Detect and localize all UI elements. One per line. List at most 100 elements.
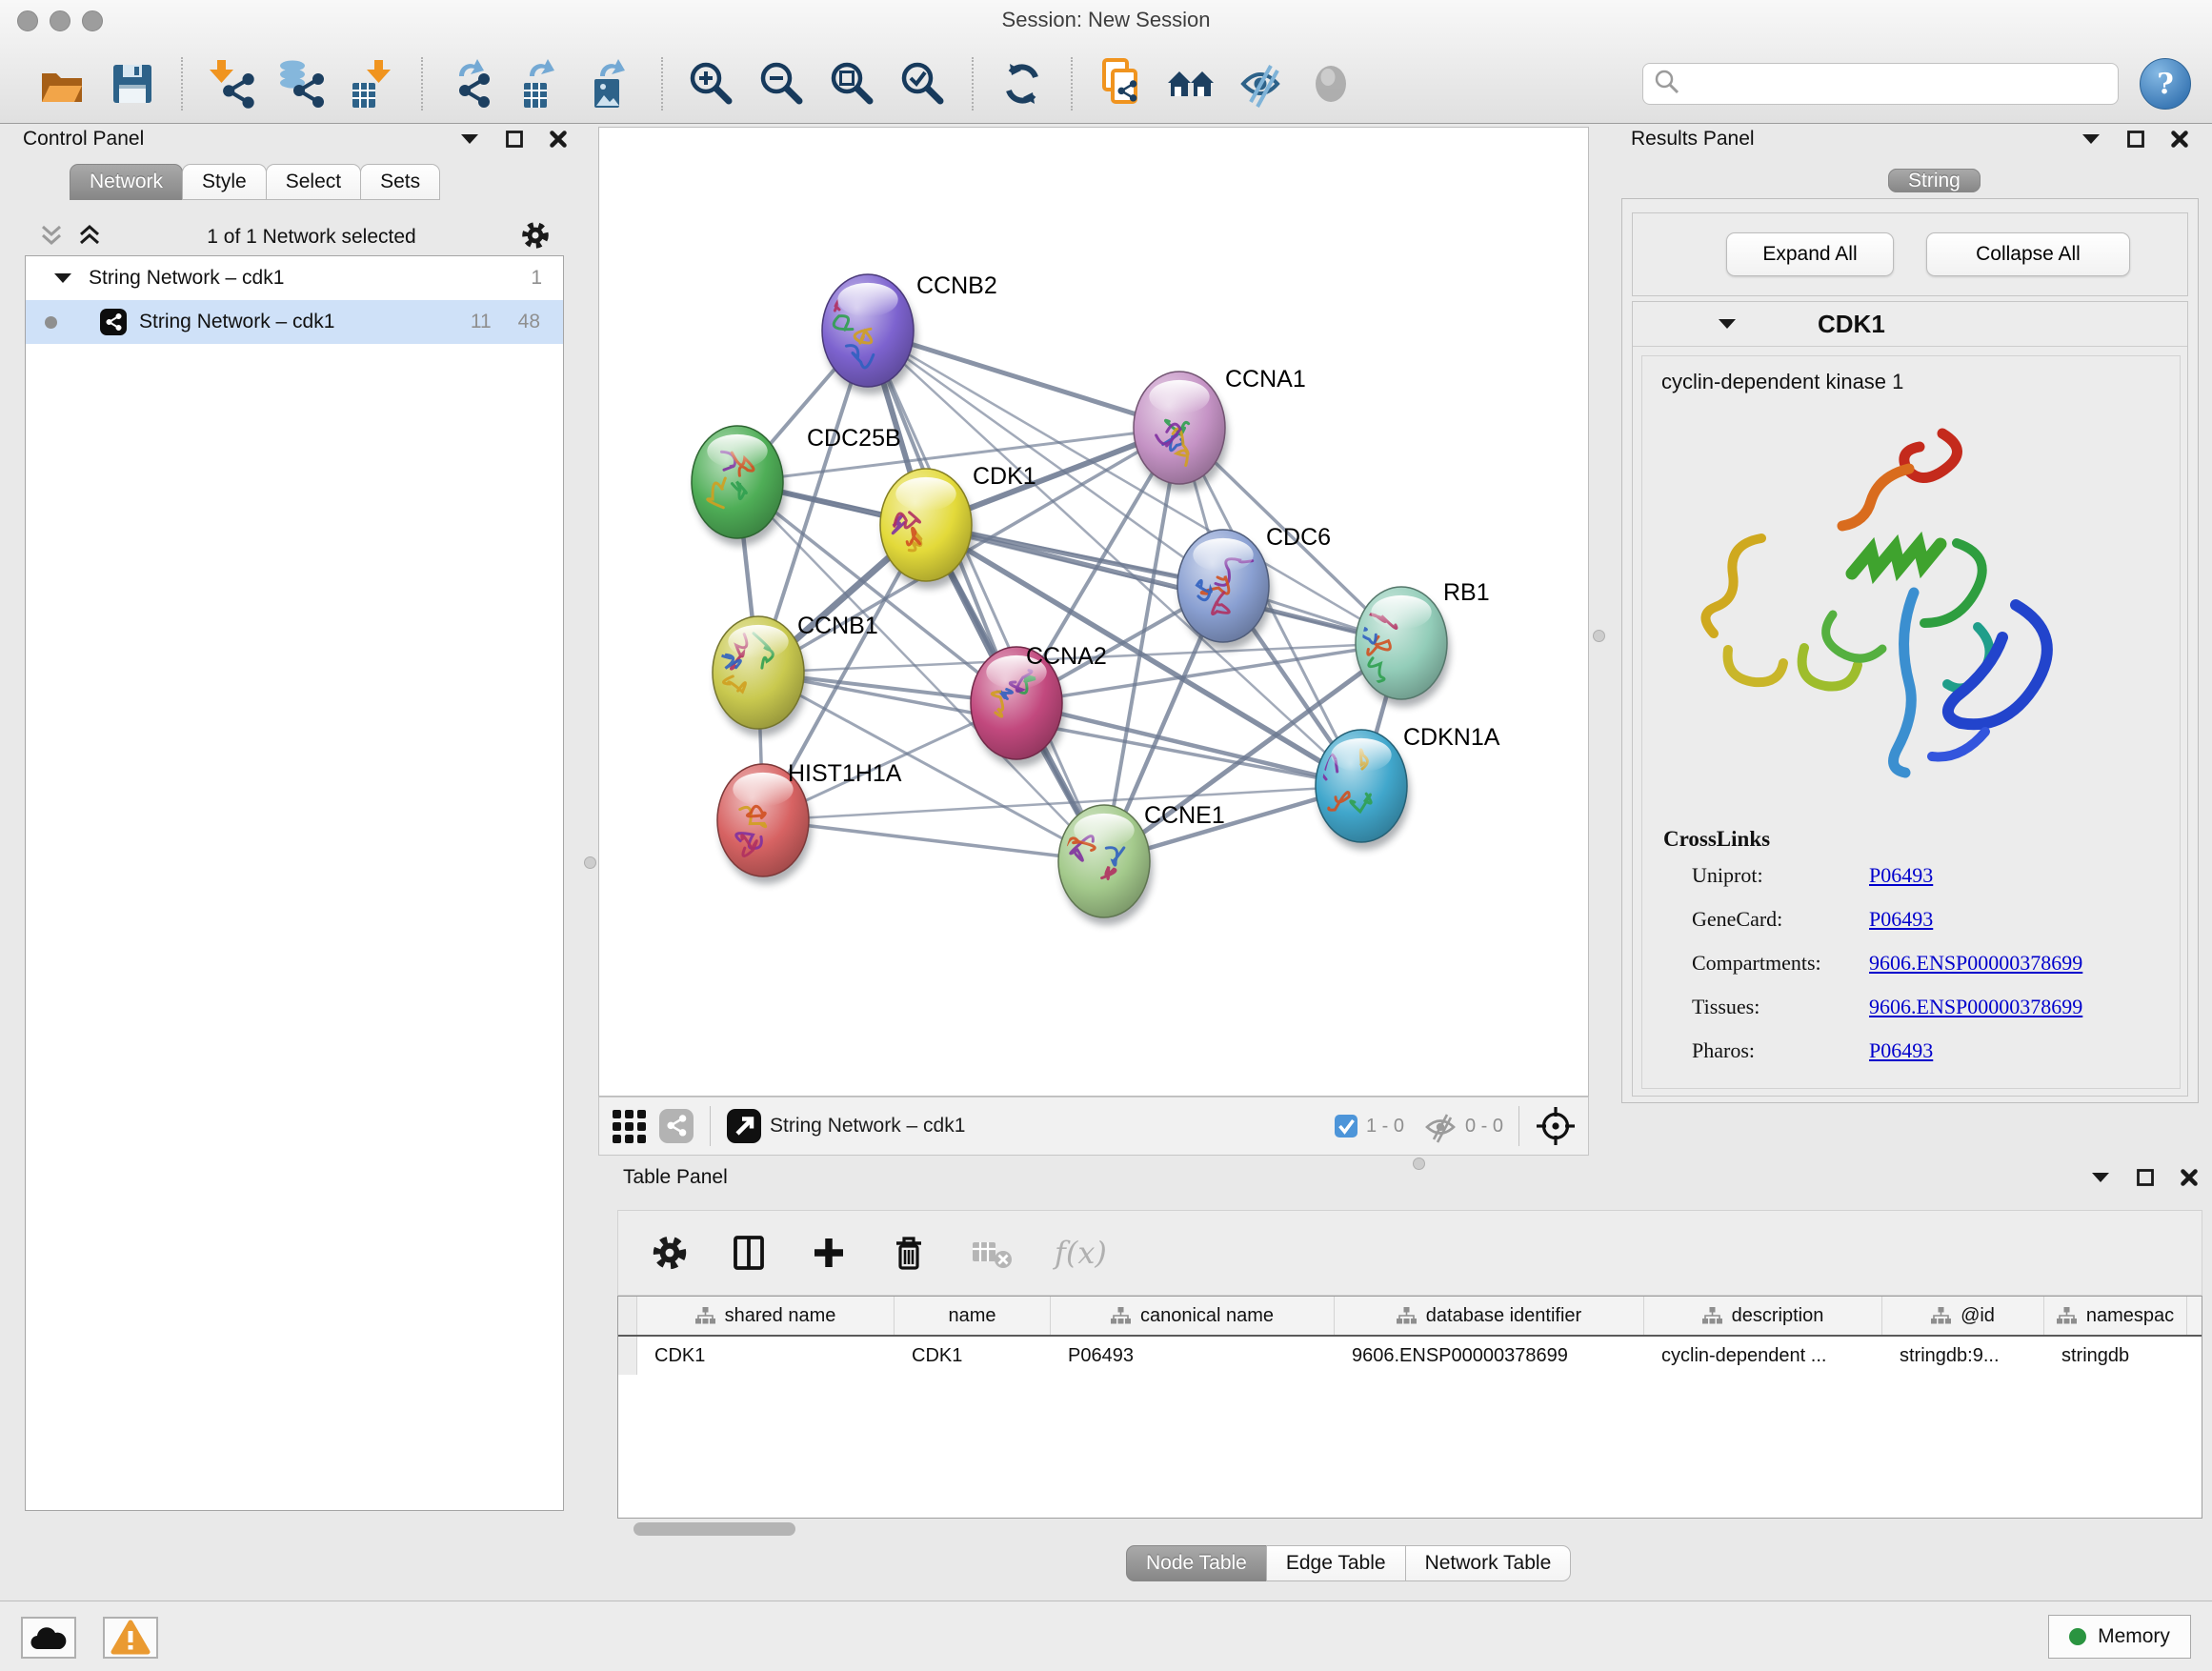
- open-session-button[interactable]: [34, 55, 90, 112]
- network-canvas[interactable]: CCNB2 CCNA1 CDC25B CDK1 CDC6 RB1 CCNB1: [598, 127, 1589, 1097]
- warnings-button[interactable]: [103, 1617, 158, 1659]
- tab-network-table[interactable]: Network Table: [1405, 1545, 1572, 1581]
- network-row[interactable]: String Network – cdk1 11 48: [26, 300, 563, 344]
- zoom-in-button[interactable]: [684, 55, 739, 112]
- string-network-graph[interactable]: CCNB2 CCNA1 CDC25B CDK1 CDC6 RB1 CCNB1: [599, 128, 1588, 1096]
- network-node-CCNA1[interactable]: CCNA1: [1134, 366, 1306, 492]
- show-columns-icon[interactable]: [729, 1233, 769, 1273]
- collapse-panel-icon[interactable]: [2090, 1170, 2111, 1185]
- table-cell[interactable]: cyclin-dependent ...: [1644, 1337, 1882, 1375]
- tab-string[interactable]: String: [1888, 169, 1981, 192]
- export-image-button[interactable]: [585, 55, 640, 112]
- export-network-button[interactable]: [444, 55, 499, 112]
- tab-edge-table[interactable]: Edge Table: [1266, 1545, 1406, 1581]
- network-view-title: String Network – cdk1: [770, 1115, 965, 1137]
- zoom-out-button[interactable]: [754, 55, 810, 112]
- grid-view-icon[interactable]: [611, 1108, 647, 1144]
- cloud-button[interactable]: [21, 1617, 76, 1659]
- network-node-CDKN1A[interactable]: CDKN1A: [1316, 724, 1500, 850]
- tab-node-table[interactable]: Node Table: [1126, 1545, 1267, 1581]
- network-node-CCNA2[interactable]: CCNA2: [971, 643, 1107, 767]
- network-collection-row[interactable]: String Network – cdk1 1: [26, 256, 563, 300]
- gene-expand-icon[interactable]: [1717, 316, 1738, 332]
- import-network-file-button[interactable]: [204, 55, 259, 112]
- birdseye-view-icon[interactable]: [726, 1108, 762, 1144]
- delete-column-icon[interactable]: [889, 1233, 929, 1273]
- window-chrome: Session: New Session ?: [0, 0, 2212, 124]
- table-cell[interactable]: 9606.ENSP00000378699: [1335, 1337, 1644, 1375]
- column-header--id[interactable]: @id: [1882, 1297, 2044, 1335]
- network-list-header: 1 of 1 Network selected: [25, 219, 564, 255]
- crosslink-link[interactable]: 9606.ENSP00000378699: [1869, 995, 2082, 1019]
- zoom-fit-button[interactable]: [825, 55, 880, 112]
- network-node-CCNB1[interactable]: CCNB1: [713, 613, 878, 736]
- close-panel-icon[interactable]: [2170, 130, 2189, 149]
- network-node-CDC6[interactable]: CDC6: [1177, 524, 1331, 650]
- network-node-CCNB2[interactable]: CCNB2: [822, 272, 997, 394]
- network-selection-summary: 1 of 1 Network selected: [103, 226, 520, 249]
- import-table-button[interactable]: [345, 55, 400, 112]
- table-cell[interactable]: CDK1: [895, 1337, 1051, 1375]
- crosslink-link[interactable]: P06493: [1869, 863, 1933, 888]
- network-node-HIST1H1A[interactable]: HIST1H1A: [717, 760, 902, 884]
- network-node-RB1[interactable]: RB1: [1349, 579, 1489, 707]
- hidden-eye-icon[interactable]: [1423, 1109, 1458, 1143]
- crosslink-link[interactable]: P06493: [1869, 1038, 1933, 1063]
- import-network-database-button[interactable]: [274, 55, 330, 112]
- scrollbar-thumb[interactable]: [633, 1522, 795, 1536]
- column-header-description[interactable]: description: [1644, 1297, 1882, 1335]
- selected-checkbox-icon[interactable]: [1334, 1114, 1358, 1138]
- string-query-button[interactable]: [1164, 55, 1219, 112]
- collapse-all-button[interactable]: Collapse All: [1926, 232, 2130, 276]
- share-network-icon[interactable]: [658, 1108, 694, 1144]
- tab-style[interactable]: Style: [182, 164, 267, 200]
- expand-collapse-box: Expand All Collapse All: [1632, 212, 2188, 296]
- column-header-shared-name[interactable]: shared name: [637, 1297, 895, 1335]
- help-button[interactable]: ?: [2140, 58, 2191, 110]
- column-header-namespac[interactable]: namespac: [2044, 1297, 2187, 1335]
- right-splitter-handle[interactable]: [1593, 630, 1605, 642]
- refresh-network-button[interactable]: [995, 55, 1050, 112]
- left-splitter-handle[interactable]: [584, 856, 596, 869]
- search-box[interactable]: [1642, 63, 2119, 105]
- close-panel-icon[interactable]: [2180, 1168, 2199, 1187]
- save-icon: [105, 56, 160, 111]
- float-panel-icon[interactable]: [2126, 130, 2145, 149]
- zoom-selected-button[interactable]: [895, 55, 951, 112]
- tab-sets[interactable]: Sets: [360, 164, 440, 200]
- table-cell[interactable]: stringdb:9...: [1882, 1337, 2044, 1375]
- table-horizontal-scrollbar[interactable]: [617, 1520, 2202, 1540]
- crosslink-link[interactable]: P06493: [1869, 907, 1933, 932]
- first-neighbors-button[interactable]: [1094, 55, 1149, 112]
- column-header-name[interactable]: name: [895, 1297, 1051, 1335]
- save-session-button[interactable]: [105, 55, 160, 112]
- crosslink-link[interactable]: 9606.ENSP00000378699: [1869, 951, 2082, 976]
- close-panel-icon[interactable]: [549, 130, 568, 149]
- search-input[interactable]: [1689, 72, 2108, 96]
- fit-selected-crosshair-icon[interactable]: [1535, 1105, 1577, 1147]
- network-node-CCNE1[interactable]: CCNE1: [1058, 802, 1225, 925]
- column-header-canonical-name[interactable]: canonical name: [1051, 1297, 1335, 1335]
- export-table-button[interactable]: [514, 55, 570, 112]
- gene-header-row[interactable]: CDK1: [1633, 302, 2187, 347]
- tab-network[interactable]: Network: [70, 164, 183, 200]
- collapse-panel-icon[interactable]: [459, 131, 480, 147]
- tab-select[interactable]: Select: [266, 164, 361, 200]
- table-options-gear-icon[interactable]: [651, 1234, 689, 1272]
- column-header-database-identifier[interactable]: database identifier: [1335, 1297, 1644, 1335]
- shared-column-icon: [695, 1307, 715, 1324]
- float-panel-icon[interactable]: [2136, 1168, 2155, 1187]
- collapse-all-networks-icon[interactable]: [38, 223, 65, 252]
- collection-expand-icon[interactable]: [52, 271, 73, 286]
- expand-all-button[interactable]: Expand All: [1726, 232, 1894, 276]
- expand-all-networks-icon[interactable]: [76, 223, 103, 252]
- float-panel-icon[interactable]: [505, 130, 524, 149]
- memory-button[interactable]: Memory: [2048, 1615, 2191, 1659]
- table-cell[interactable]: CDK1: [637, 1337, 895, 1375]
- network-options-gear-icon[interactable]: [520, 220, 551, 255]
- add-column-icon[interactable]: [809, 1233, 849, 1273]
- hide-selected-button[interactable]: [1235, 55, 1290, 112]
- collapse-panel-icon[interactable]: [2081, 131, 2101, 147]
- table-cell[interactable]: stringdb: [2044, 1337, 2187, 1375]
- table-cell[interactable]: P06493: [1051, 1337, 1335, 1375]
